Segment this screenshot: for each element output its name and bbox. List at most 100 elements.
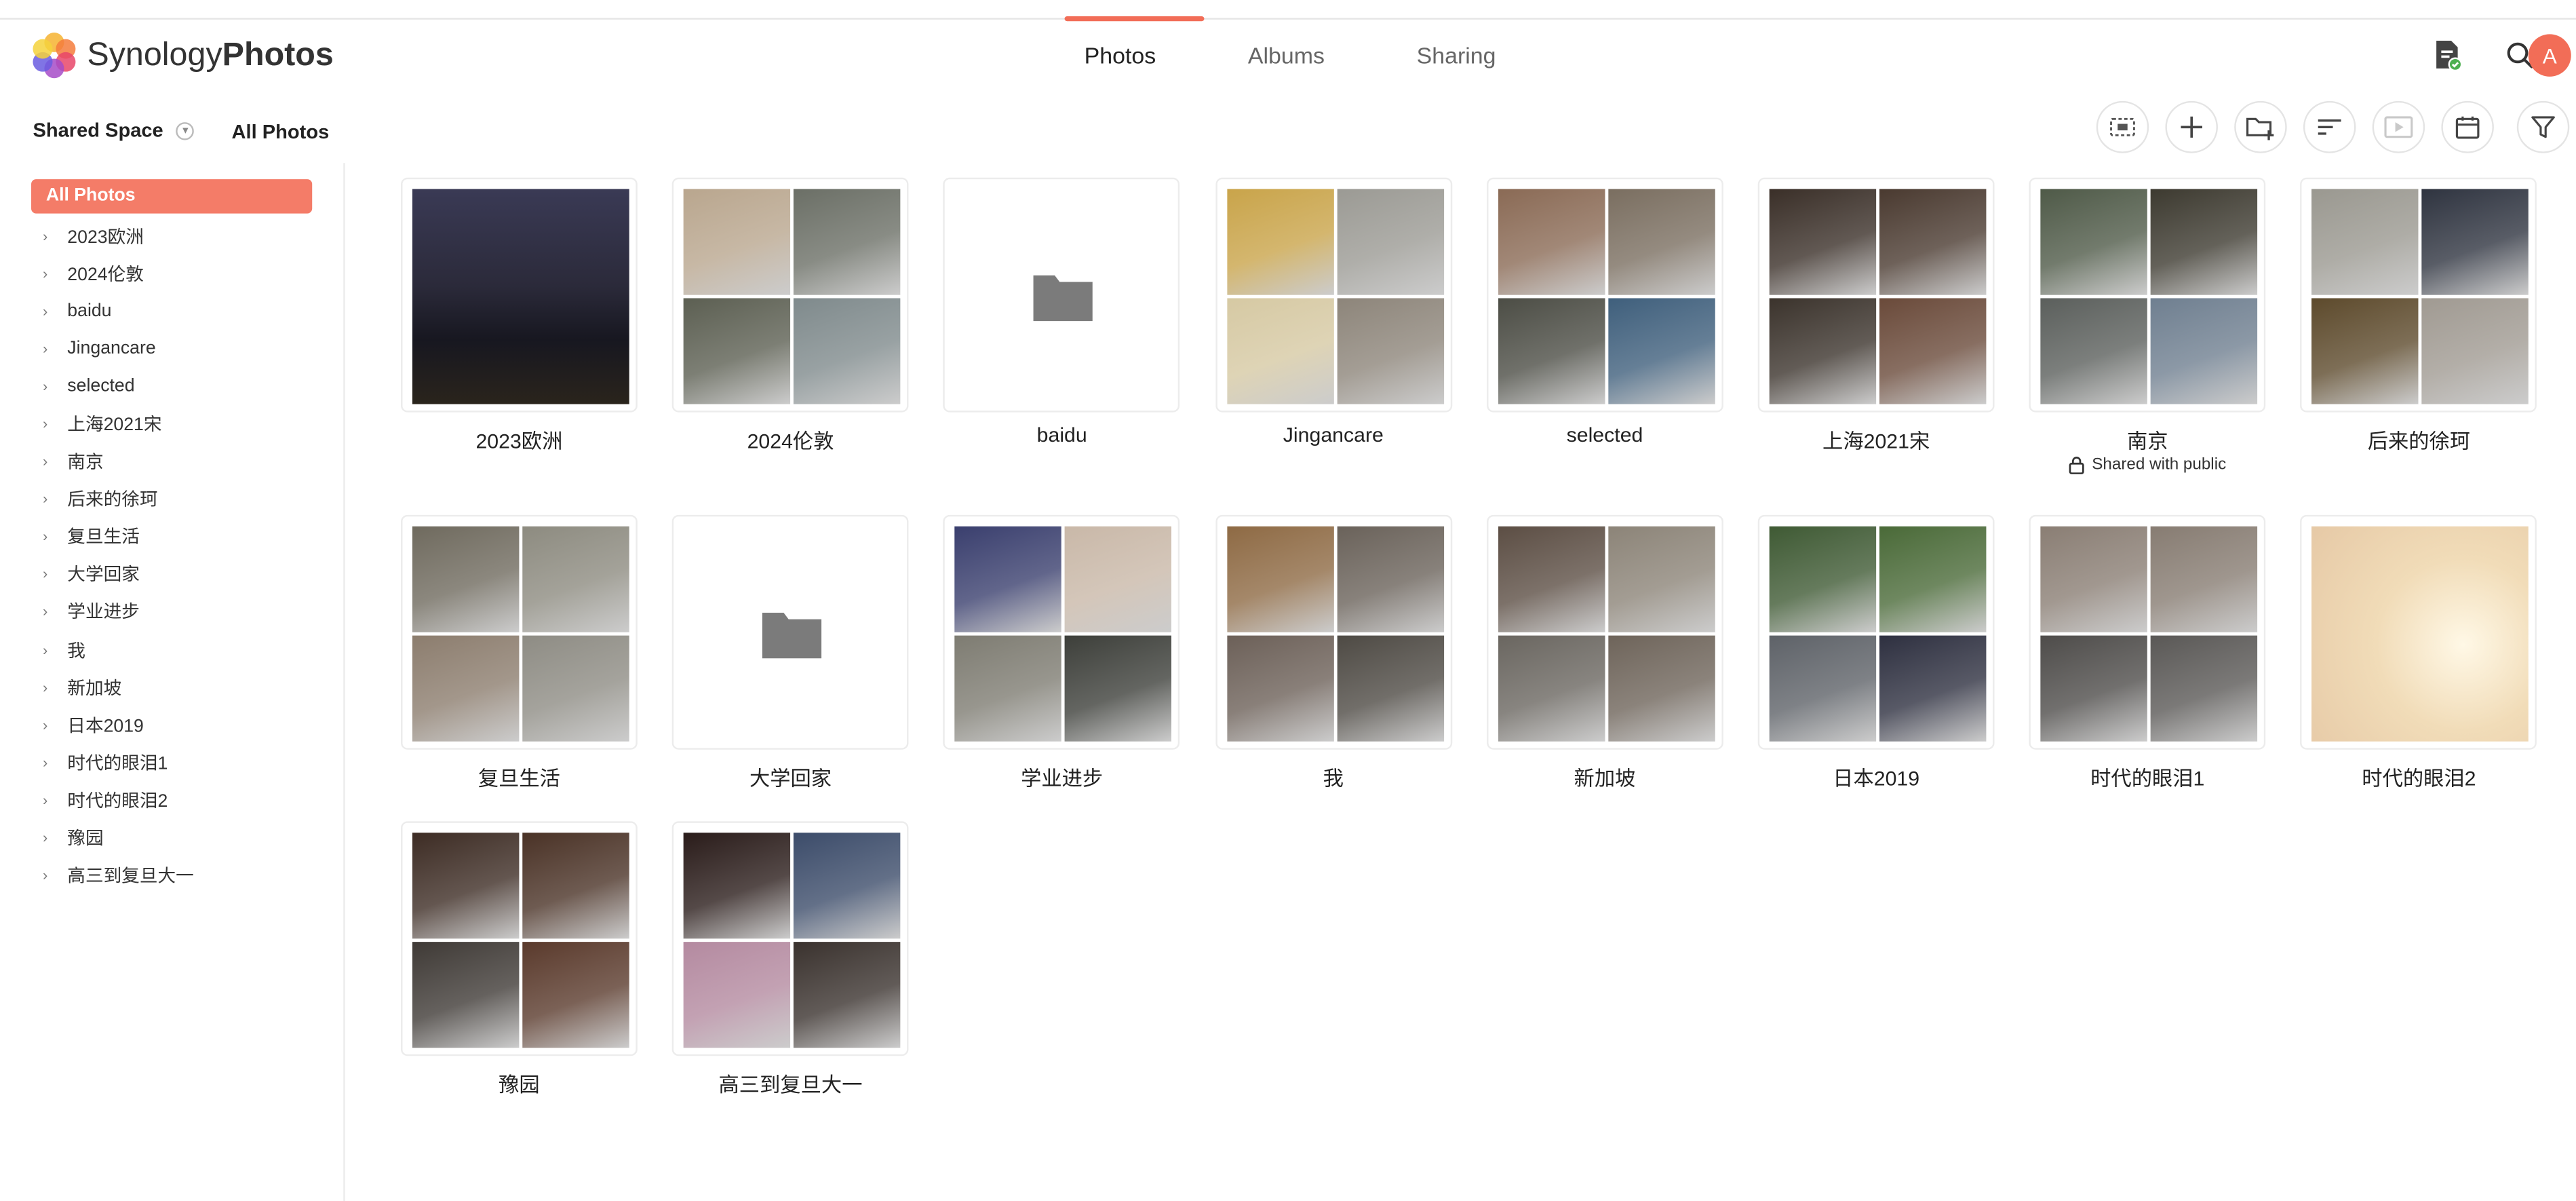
album-name: 高三到复旦大一 bbox=[718, 1073, 863, 1097]
sidebar-folder-item[interactable]: › 学业进步 bbox=[43, 593, 338, 630]
tab-sharing[interactable]: Sharing bbox=[1417, 42, 1496, 68]
album-name: baidu bbox=[1036, 423, 1087, 447]
album-thumbnail[interactable] bbox=[943, 177, 1181, 413]
sidebar-folder-item[interactable]: › 新加坡 bbox=[43, 668, 338, 706]
sidebar-folder-item[interactable]: › 南京 bbox=[43, 442, 338, 480]
album-card[interactable]: 大学回家 bbox=[672, 514, 909, 824]
calendar-button[interactable] bbox=[2441, 100, 2494, 153]
album-thumbnail[interactable] bbox=[672, 514, 909, 750]
tab-photos[interactable]: Photos bbox=[1085, 42, 1156, 68]
sidebar-folder-item[interactable]: › 2024伦敦 bbox=[43, 254, 338, 292]
space-selector[interactable]: Shared Space ▾ bbox=[33, 119, 195, 142]
album-card[interactable]: 新加坡 bbox=[1486, 514, 1723, 824]
album-card[interactable]: 我 bbox=[1215, 514, 1452, 824]
photo-tile bbox=[794, 833, 901, 939]
chevron-right-icon[interactable]: › bbox=[43, 529, 59, 545]
slideshow-button[interactable] bbox=[2372, 100, 2425, 153]
album-card[interactable]: 复旦生活 bbox=[401, 514, 638, 824]
chevron-right-icon[interactable]: › bbox=[43, 566, 59, 582]
sidebar-folder-item[interactable]: › 2023欧洲 bbox=[43, 216, 338, 254]
sidebar-folder-item[interactable]: › 豫园 bbox=[43, 819, 338, 856]
chevron-right-icon[interactable]: › bbox=[43, 303, 59, 319]
sidebar-folder-item[interactable]: › 上海2021宋 bbox=[43, 405, 338, 442]
album-thumbnail[interactable] bbox=[1486, 177, 1723, 413]
chevron-right-icon[interactable]: › bbox=[43, 867, 59, 883]
album-card[interactable]: 南京 Shared with public bbox=[2029, 177, 2266, 487]
photo-tile bbox=[2422, 189, 2529, 295]
album-name: 豫园 bbox=[499, 1073, 540, 1097]
chevron-right-icon[interactable]: › bbox=[43, 792, 59, 808]
share-status-text: Shared with public bbox=[2092, 456, 2227, 474]
add-button[interactable] bbox=[2165, 100, 2218, 153]
sidebar-folder-item[interactable]: › 后来的徐珂 bbox=[43, 480, 338, 518]
sidebar-folder-item[interactable]: › 日本2019 bbox=[43, 706, 338, 743]
sidebar-folder-item[interactable]: › 复旦生活 bbox=[43, 518, 338, 555]
album-thumbnail[interactable] bbox=[672, 177, 909, 413]
album-thumbnail[interactable] bbox=[672, 821, 909, 1056]
album-thumbnail[interactable] bbox=[2301, 177, 2537, 413]
album-thumbnail[interactable] bbox=[1215, 514, 1452, 750]
chevron-right-icon[interactable]: › bbox=[43, 717, 59, 733]
album-thumbnail[interactable] bbox=[401, 177, 638, 413]
chevron-right-icon[interactable]: › bbox=[43, 227, 59, 244]
album-card[interactable]: 高三到复旦大一 bbox=[672, 821, 909, 1130]
sidebar-folder-item[interactable]: › 我 bbox=[43, 630, 338, 668]
tab-albums[interactable]: Albums bbox=[1248, 42, 1325, 68]
album-card[interactable]: 2023欧洲 bbox=[401, 177, 638, 487]
chevron-right-icon[interactable]: › bbox=[43, 604, 59, 620]
app-logo[interactable]: SynologyPhotos bbox=[30, 29, 334, 81]
chevron-right-icon[interactable]: › bbox=[43, 641, 59, 657]
photo-tile bbox=[1498, 526, 1605, 632]
sidebar-folder-item[interactable]: › 大学回家 bbox=[43, 556, 338, 593]
sort-button[interactable] bbox=[2303, 100, 2356, 153]
new-folder-button[interactable] bbox=[2234, 100, 2287, 153]
album-thumbnail[interactable] bbox=[2029, 514, 2266, 750]
task-status-button[interactable] bbox=[2428, 36, 2467, 75]
album-card[interactable]: baidu bbox=[943, 177, 1181, 487]
sidebar-folder-item[interactable]: › 高三到复旦大一 bbox=[43, 856, 338, 894]
photo-tile bbox=[522, 833, 629, 939]
chevron-right-icon[interactable]: › bbox=[43, 265, 59, 282]
album-thumbnail[interactable] bbox=[1757, 177, 1995, 413]
photo-tile bbox=[794, 298, 901, 404]
sidebar-folder-item[interactable]: › 时代的眼泪2 bbox=[43, 781, 338, 818]
album-thumbnail[interactable] bbox=[2029, 177, 2266, 413]
album-thumbnail[interactable] bbox=[1757, 514, 1995, 750]
sidebar-folder-item[interactable]: › selected bbox=[43, 367, 338, 404]
chevron-right-icon[interactable]: › bbox=[43, 453, 59, 470]
album-card[interactable]: 上海2021宋 bbox=[1757, 177, 1995, 487]
album-card[interactable]: 2024伦敦 bbox=[672, 177, 909, 487]
album-thumbnail[interactable] bbox=[943, 514, 1181, 750]
photo-tile bbox=[1607, 526, 1715, 632]
album-card[interactable]: 后来的徐珂 bbox=[2301, 177, 2537, 487]
select-button[interactable] bbox=[2096, 100, 2149, 153]
chevron-right-icon[interactable]: › bbox=[43, 378, 59, 394]
chevron-right-icon[interactable]: › bbox=[43, 679, 59, 695]
album-card[interactable]: 学业进步 bbox=[943, 514, 1181, 824]
album-thumbnail[interactable] bbox=[401, 514, 638, 750]
album-thumbnail[interactable] bbox=[1215, 177, 1452, 413]
sidebar-folder-item[interactable]: › 时代的眼泪1 bbox=[43, 744, 338, 781]
chevron-right-icon[interactable]: › bbox=[43, 341, 59, 357]
user-avatar[interactable]: A bbox=[2528, 34, 2571, 77]
album-card[interactable]: Jingancare bbox=[1215, 177, 1452, 487]
album-card[interactable]: 时代的眼泪2 bbox=[2301, 514, 2537, 824]
sidebar-item-all-photos[interactable]: All Photos bbox=[31, 179, 313, 214]
album-card[interactable]: 豫园 bbox=[401, 821, 638, 1130]
album-card[interactable]: 时代的眼泪1 bbox=[2029, 514, 2266, 824]
album-card[interactable]: selected bbox=[1486, 177, 1723, 487]
album-card[interactable]: 日本2019 bbox=[1757, 514, 1995, 824]
album-name: Jingancare bbox=[1283, 423, 1384, 447]
chevron-right-icon[interactable]: › bbox=[43, 755, 59, 771]
new-folder-icon bbox=[2246, 117, 2274, 140]
sidebar-folder-item[interactable]: › Jingancare bbox=[43, 330, 338, 367]
chevron-right-icon[interactable]: › bbox=[43, 415, 59, 432]
album-thumbnail[interactable] bbox=[401, 821, 638, 1056]
filter-button[interactable] bbox=[2516, 100, 2570, 153]
chevron-right-icon[interactable]: › bbox=[43, 830, 59, 846]
album-thumbnail[interactable] bbox=[2301, 514, 2537, 750]
sidebar-folder-item[interactable]: › baidu bbox=[43, 292, 338, 329]
browser-edge bbox=[0, 0, 2576, 20]
chevron-right-icon[interactable]: › bbox=[43, 491, 59, 507]
album-thumbnail[interactable] bbox=[1486, 514, 1723, 750]
